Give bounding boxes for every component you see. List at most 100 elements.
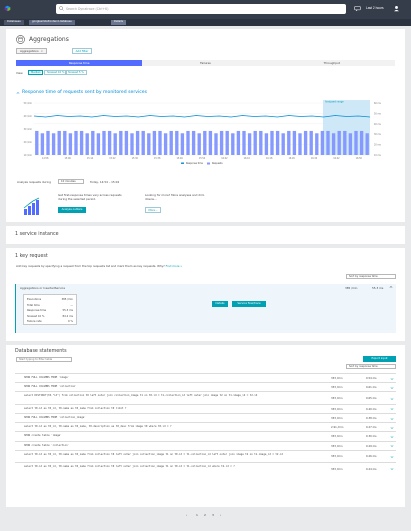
- chart-bar: [281, 133, 285, 155]
- chart-bar: [191, 130, 196, 155]
- chevron-down-icon[interactable]: [390, 435, 394, 439]
- pager-page[interactable]: 2: [204, 513, 206, 517]
- row-frequency: 333 /min: [331, 435, 343, 439]
- top-bar: Search Dynatrace (Ctrl+K) Last 2 hours: [0, 0, 411, 19]
- sort-select[interactable]: Sort by response time: [346, 274, 396, 279]
- table-row[interactable]: select t0.id as t0_id, t0.name as t0_nam…: [15, 403, 396, 413]
- chart-bar: [46, 130, 50, 155]
- y-tick-label: 40 /min: [24, 115, 33, 118]
- chart-bar: [214, 133, 218, 155]
- more-button[interactable]: More...: [145, 207, 161, 213]
- y-tick-label: 30 /min: [24, 128, 33, 131]
- chart-bar: [147, 133, 151, 155]
- breadcrumb-item[interactable]: Details: [111, 20, 126, 25]
- service-instance-card[interactable]: 1 service instance: [6, 226, 405, 244]
- key-request-row-header[interactable]: Aggregations or InsertedService 385 /min…: [16, 284, 397, 290]
- chart-bar: [135, 130, 140, 155]
- breadcrumb-item[interactable]: googlesmilefrontend-database: [29, 20, 75, 25]
- details-button[interactable]: Details: [212, 301, 228, 307]
- dynatrace-logo-icon[interactable]: [4, 5, 11, 12]
- x-tick-label: 16:34: [311, 157, 318, 160]
- row-frequency: 333 /min: [331, 455, 343, 459]
- export-button[interactable]: Export input: [363, 356, 396, 362]
- chevron-down-icon[interactable]: [390, 377, 394, 381]
- chevron-down-icon[interactable]: [390, 426, 394, 430]
- stat-label: Total time: [27, 303, 40, 307]
- y-tick-label: 10 /min: [24, 154, 33, 157]
- y-tick-label: 30 ms: [374, 133, 382, 136]
- table-row[interactable]: SHOW FULL COLUMNS FROM `image` 333 /min 0.…: [15, 373, 396, 382]
- chart-bar: [91, 130, 95, 155]
- sql-statement: select t0.id as t0_id, t0.name as t0_nam…: [24, 452, 283, 456]
- analyze-outliers-button[interactable]: Analyze outliers: [58, 207, 86, 213]
- y-tick-label: 50 ms: [374, 112, 382, 115]
- pager-next[interactable]: ›: [220, 513, 221, 517]
- sql-statement: SHOW FULL COLUMNS FROM `collection_image…: [24, 416, 86, 419]
- chart-bar: [141, 130, 145, 155]
- row-frequency: 333 /min: [331, 407, 343, 411]
- key-request-title: 1 key request: [15, 254, 48, 259]
- chart-bar: [51, 133, 56, 155]
- chevron-down-icon[interactable]: [390, 455, 394, 459]
- stat-label: Executions: [27, 298, 42, 301]
- chat-icon[interactable]: [354, 5, 361, 12]
- find-more-link[interactable]: Find more »: [166, 264, 182, 268]
- breadcrumb-item[interactable]: Databases: [4, 20, 24, 25]
- chart-bar: [63, 130, 67, 155]
- chart-bar: [107, 130, 112, 155]
- timeframe-selector[interactable]: Last 2 hours: [366, 6, 384, 10]
- chart-bar: [343, 130, 347, 155]
- chart-bar: [79, 130, 84, 155]
- db-sort-select[interactable]: Sort by response time: [346, 364, 396, 369]
- analyze-duration-select[interactable]: 10 minutes: [58, 179, 84, 184]
- chart-bar: [337, 130, 341, 155]
- chart-bar: [203, 130, 207, 155]
- chart-bar: [253, 130, 257, 155]
- pager-page[interactable]: 1: [196, 513, 198, 517]
- search-input[interactable]: Search Dynatrace (Ctrl+K): [56, 4, 346, 14]
- chart-bar: [242, 130, 246, 155]
- chevron-up-icon[interactable]: [389, 285, 393, 289]
- pager-prev[interactable]: ‹: [186, 513, 187, 517]
- chart-bar: [365, 133, 369, 155]
- chevron-down-icon[interactable]: [390, 407, 394, 411]
- x-tick-label: 15:30: [132, 157, 139, 160]
- chevron-down-icon[interactable]: [390, 467, 394, 471]
- chart-bar: [186, 130, 190, 155]
- chart-bar: [68, 133, 73, 155]
- legend-swatch: [181, 162, 184, 164]
- key-request-desc: Add key requests by specifying a request…: [16, 264, 182, 268]
- table-row[interactable]: select DISTINCT(t0."id") from collection…: [15, 391, 396, 403]
- service-flow-button[interactable]: Service flow/trace: [232, 301, 266, 307]
- table-row[interactable]: select t0.id as t0_id, t0.name as t0_nam…: [15, 422, 396, 431]
- chart-bar: [40, 133, 45, 155]
- table-filter-input[interactable]: Start typing to filter table: [16, 357, 72, 362]
- x-tick-label: 16:42: [333, 157, 340, 160]
- table-row[interactable]: select t0.id as t0_id, t0.name as t0_nam…: [15, 462, 396, 474]
- table-row[interactable]: SHOW FULL COLUMNS FROM `collection_image…: [15, 413, 396, 422]
- stat-value: —: [70, 303, 73, 307]
- table-row[interactable]: SHOW create table `image` 333 /min 0.30 ms: [15, 431, 396, 440]
- search-placeholder: Search Dynatrace (Ctrl+K): [66, 6, 109, 11]
- request-stats: Executions 385 /min Total time — Respons…: [23, 294, 77, 325]
- table-row[interactable]: select t0.id as t0_id, t0.name as t0_nam…: [15, 449, 396, 462]
- table-row[interactable]: SHOW create table `collection` 333 /min 0.…: [15, 440, 396, 450]
- user-icon[interactable]: [393, 5, 400, 12]
- y-tick-label: 60 ms: [374, 102, 382, 105]
- chevron-down-icon[interactable]: [390, 444, 394, 448]
- chart-bar: [264, 133, 269, 155]
- chart-bar: [152, 130, 157, 155]
- stat-value: 0 %: [68, 320, 73, 323]
- chevron-down-icon[interactable]: [390, 417, 394, 421]
- x-tick-label: 15:54: [199, 157, 206, 160]
- chevron-down-icon[interactable]: [390, 386, 394, 390]
- chart-bar: [292, 130, 297, 155]
- timing-text: Today, 14:54 – 15:04: [90, 180, 120, 184]
- key-request-row[interactable]: Aggregations or InsertedService 385 /min…: [15, 284, 396, 333]
- pager-page[interactable]: 3: [212, 513, 214, 517]
- chevron-down-icon[interactable]: [390, 397, 394, 401]
- sql-statement: SHOW FULL COLUMNS FROM `image`: [24, 376, 70, 379]
- request-name[interactable]: Aggregations or InsertedService: [20, 286, 65, 290]
- legend-swatch: [207, 162, 210, 165]
- table-row[interactable]: SHOW FULL COLUMNS FROM `collection` 333 /…: [15, 382, 396, 391]
